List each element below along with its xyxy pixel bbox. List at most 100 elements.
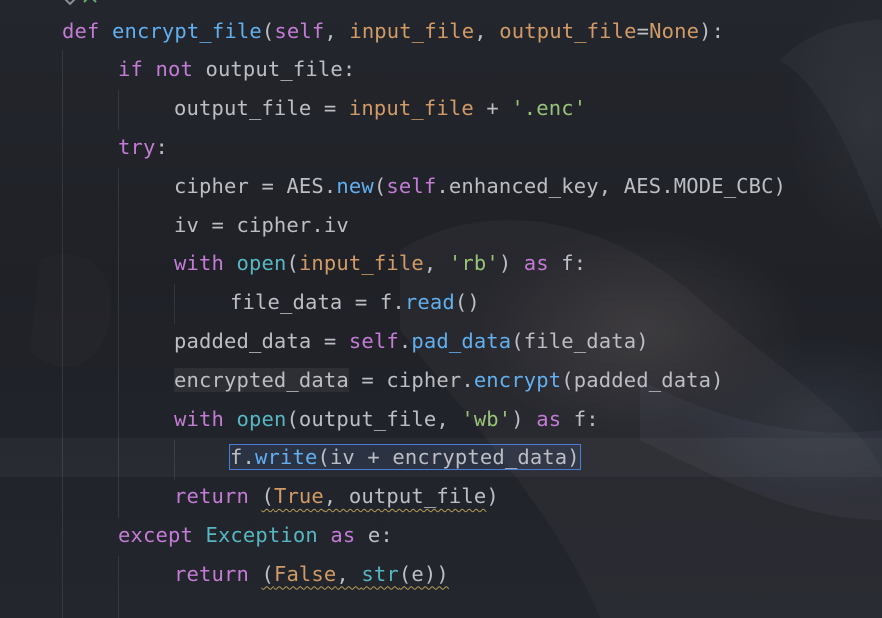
code-token: , output_file — [323, 484, 487, 509]
code-token: ) — [498, 251, 524, 276]
code-token: self — [386, 173, 437, 198]
code-token: : — [155, 134, 168, 159]
code-token: . — [323, 173, 337, 198]
code-token: self — [274, 18, 325, 43]
code-token: .enhanced_key, AES.MODE_CBC) — [436, 173, 787, 198]
code-token: f: — [573, 406, 599, 431]
code-token: ( — [261, 561, 274, 586]
code-token: read — [404, 290, 455, 315]
code-line[interactable]: if not output_file: — [118, 50, 355, 89]
code-line[interactable]: iv = cipher.iv — [174, 206, 349, 245]
code-line[interactable]: cipher = AES.new(self.enhanced_key, AES.… — [174, 167, 786, 206]
code-token: encrypt_file — [111, 18, 262, 43]
indent-guide — [118, 90, 119, 130]
code-token: True — [273, 484, 324, 509]
code-line-content: try: — [118, 135, 168, 159]
code-token: as — [536, 406, 574, 431]
code-token: str — [361, 561, 399, 586]
code-token: (e)) — [398, 561, 449, 586]
fold-marker-icon[interactable] — [60, 0, 110, 8]
code-token: = cipher. — [348, 367, 474, 392]
code-token: write — [254, 445, 318, 470]
code-line[interactable]: f.write(iv + encrypted_data) — [229, 438, 581, 477]
code-line[interactable]: with open(input_file, 'rb') as f: — [174, 244, 586, 283]
code-token: input_file — [348, 96, 474, 121]
code-token: not — [155, 57, 206, 82]
code-token: as — [523, 251, 562, 276]
code-line-content: cipher = AES.new(self.enhanced_key, AES.… — [174, 174, 786, 198]
code-token: , — [336, 561, 362, 586]
code-line-content: output_file = input_file + '.enc' — [174, 96, 586, 120]
code-line-content: encrypted_data = cipher.encrypt(padded_d… — [174, 367, 724, 392]
code-token: with — [174, 406, 237, 431]
code-token: iv = cipher.iv — [174, 212, 349, 237]
code-token: . — [398, 328, 412, 353]
code-line[interactable]: except Exception as e: — [118, 516, 393, 555]
code-line-content: padded_data = self.pad_data(file_data) — [174, 329, 649, 353]
code-line[interactable]: return (True, output_file) — [174, 477, 499, 516]
code-token: ): — [699, 18, 725, 43]
code-line[interactable]: file_data = f.read() — [230, 283, 480, 322]
selected-code[interactable]: f.write(iv + encrypted_data) — [229, 444, 581, 471]
code-token: return — [174, 484, 262, 509]
code-line[interactable]: output_file = input_file + '.enc' — [174, 89, 586, 128]
code-line-content: with open(input_file, 'rb') as f: — [174, 251, 586, 275]
code-line-content: if not output_file: — [118, 57, 355, 81]
code-token: f. — [230, 445, 255, 470]
code-token: (padded_data) — [561, 367, 724, 392]
code-token: pad_data — [411, 328, 512, 353]
code-token: , — [474, 18, 500, 43]
code-token: e: — [367, 522, 393, 547]
code-token: def — [62, 18, 112, 43]
code-line-content: file_data = f.read() — [230, 290, 480, 314]
code-token: as — [330, 522, 368, 547]
code-token: if — [118, 57, 156, 82]
code-token: f: — [561, 251, 587, 276]
code-token: self — [348, 328, 399, 353]
code-token: ( — [373, 173, 387, 198]
code-token: encrypted_data — [174, 367, 349, 392]
code-line[interactable]: return (False, str(e)) — [174, 555, 449, 594]
code-token: except — [118, 522, 206, 547]
code-token: try — [118, 134, 156, 159]
code-token: open — [236, 251, 287, 276]
code-token: cipher — [174, 173, 249, 198]
code-token: return — [174, 561, 262, 586]
code-token: input_file — [349, 18, 475, 43]
code-token: '.enc' — [511, 96, 587, 121]
code-token: : — [342, 57, 356, 82]
code-line-content: with open(output_file, 'wb') as f: — [174, 407, 599, 431]
code-line-content: except Exception as e: — [118, 523, 393, 547]
code-line[interactable]: encrypted_data = cipher.encrypt(padded_d… — [174, 361, 724, 400]
code-token: ( — [261, 484, 274, 509]
code-token: () — [454, 290, 480, 315]
code-token: None — [649, 18, 700, 43]
code-editor[interactable]: def encrypt_file(self, input_file, outpu… — [0, 0, 882, 618]
code-line[interactable]: try: — [118, 128, 168, 167]
code-token: ) — [486, 484, 499, 509]
code-line-content: return (False, str(e)) — [174, 562, 449, 586]
code-line-content: iv = cipher.iv — [174, 213, 349, 237]
code-token: , — [324, 18, 350, 43]
code-token: AES — [286, 173, 324, 198]
code-token: ) — [511, 406, 537, 431]
code-token: (output_file, — [286, 406, 462, 431]
code-token: file_data = f. — [230, 290, 405, 315]
code-line[interactable]: def encrypt_file(self, input_file, outpu… — [62, 12, 724, 51]
code-token: padded_data = — [174, 328, 349, 353]
code-line[interactable]: with open(output_file, 'wb') as f: — [174, 400, 599, 439]
code-line-content: def encrypt_file(self, input_file, outpu… — [62, 19, 724, 43]
code-line-content: return (True, output_file) — [174, 484, 499, 508]
code-token: = — [636, 18, 650, 43]
code-token: , — [423, 251, 449, 276]
code-token: input_file — [298, 251, 424, 276]
code-token: = — [311, 96, 349, 121]
code-token: with — [174, 251, 237, 276]
code-token: 'rb' — [448, 251, 499, 276]
code-token: (iv + encrypted_data) — [317, 445, 580, 470]
code-line[interactable]: padded_data = self.pad_data(file_data) — [174, 322, 649, 361]
code-token: output_file — [499, 18, 637, 43]
code-token: Exception — [205, 522, 331, 547]
code-token: False — [273, 561, 337, 586]
code-token: open — [236, 406, 287, 431]
